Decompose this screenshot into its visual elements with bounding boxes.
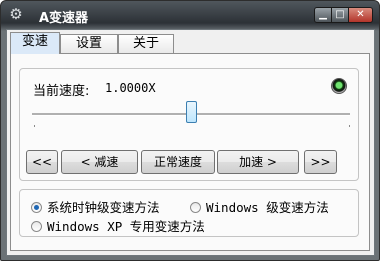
method-label: Windows XP 专用变速方法 (47, 219, 205, 234)
radio-dot[interactable] (31, 202, 42, 213)
speed-control-group: 当前速度: 1.0000X << < 减速 正常速度 加速 > >> (19, 68, 359, 181)
slider-tick (349, 125, 350, 127)
maximize-button[interactable]: □ (331, 7, 349, 23)
min-speed-button[interactable]: << (26, 150, 58, 174)
current-speed-value: 1.0000X (105, 81, 156, 95)
gear-icon[interactable]: ⚙ (8, 6, 24, 22)
method-label: 系统时钟级变速方法 (47, 200, 160, 215)
status-indicator-icon (331, 78, 347, 94)
increase-speed-button[interactable]: 加速 > (217, 150, 299, 174)
method-label: Windows 级变速方法 (206, 200, 329, 215)
max-speed-button[interactable]: >> (304, 150, 337, 174)
close-button[interactable]: ✕ (348, 7, 373, 23)
speed-tab-panel: 当前速度: 1.0000X << < 减速 正常速度 加速 > >> 系统时钟级… (10, 53, 370, 251)
tab-speed[interactable]: 变速 (10, 32, 60, 54)
tab-about[interactable]: 关于 (118, 34, 174, 53)
slider-ticks (34, 125, 350, 127)
normal-speed-button[interactable]: 正常速度 (141, 150, 215, 174)
radio-dot[interactable] (190, 202, 201, 213)
speed-slider-thumb[interactable] (186, 101, 197, 123)
current-speed-label: 当前速度: (33, 84, 90, 99)
decrease-speed-button[interactable]: < 减速 (61, 150, 138, 174)
window-title: A变速器 (39, 11, 89, 26)
title-bar[interactable]: ⚙ A变速器 ▁ □ ✕ (1, 1, 379, 29)
tab-settings[interactable]: 设置 (60, 34, 118, 53)
minimize-button[interactable]: ▁ (314, 7, 332, 23)
speed-method-group: 系统时钟级变速方法 Windows 级变速方法 Windows XP 专用变速方… (19, 189, 359, 237)
client-area: 变速 设置 关于 当前速度: 1.0000X << < 减速 正常速度 加速 >… (6, 29, 375, 256)
method-radio-system-clock[interactable]: 系统时钟级变速方法 (31, 197, 160, 216)
method-radio-windows[interactable]: Windows 级变速方法 (190, 197, 329, 216)
method-radio-windows-xp[interactable]: Windows XP 专用变速方法 (31, 216, 205, 235)
radio-dot[interactable] (31, 221, 42, 232)
slider-tick (34, 125, 35, 127)
app-window: ⚙ A变速器 ▁ □ ✕ 变速 设置 关于 当前速度: 1.0000X << <… (0, 0, 380, 261)
